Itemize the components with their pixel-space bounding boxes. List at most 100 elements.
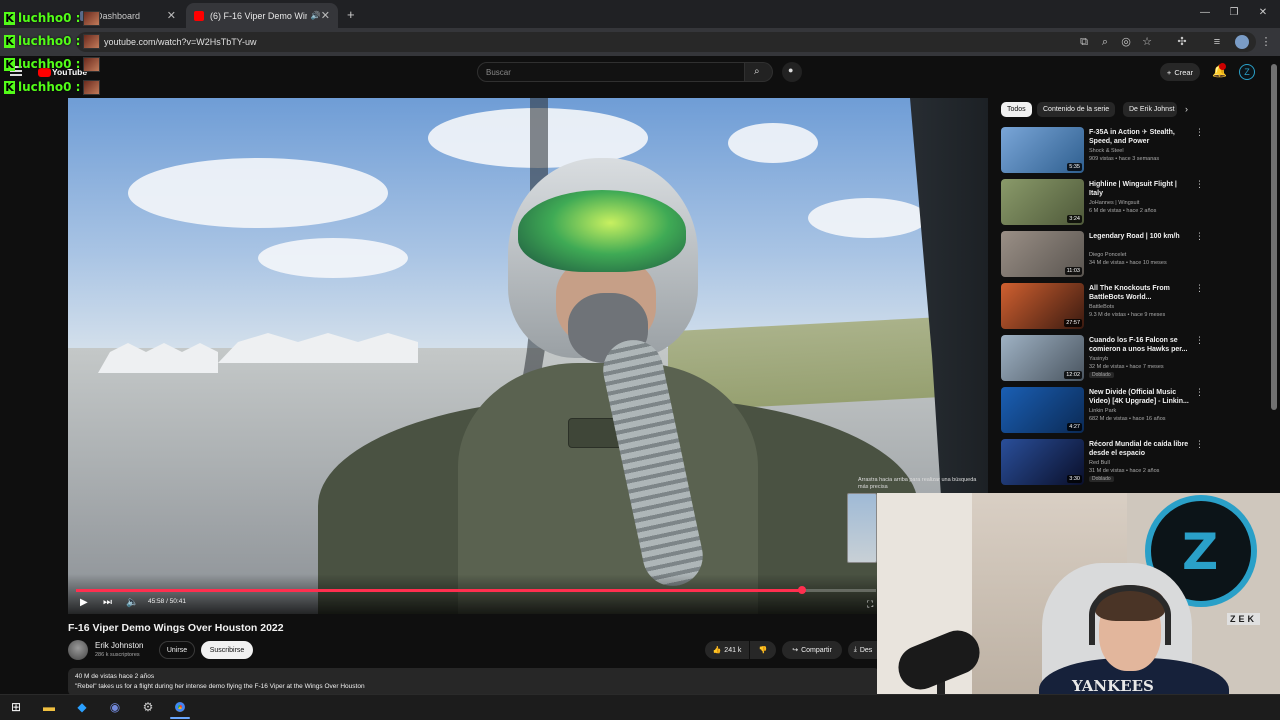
close-window-icon[interactable]: ✕ xyxy=(1256,7,1270,19)
shirt-text: YANKEES xyxy=(1072,677,1154,695)
create-button[interactable]: + Crear xyxy=(1160,63,1200,81)
tab-video[interactable]: (6) F-16 Viper Demo Wings 🔊 ✕ xyxy=(186,3,338,28)
chip-series[interactable]: Contenido de la serie xyxy=(1037,102,1116,117)
profile-avatar[interactable] xyxy=(1235,35,1249,49)
rec-title[interactable]: Récord Mundial de caída libre desde el e… xyxy=(1089,440,1189,458)
next-icon[interactable]: ⏭ xyxy=(103,597,112,609)
zoom-icon[interactable]: ⌕ xyxy=(1099,36,1111,48)
more-options-icon[interactable]: ⋮ xyxy=(1195,127,1204,138)
discord-icon[interactable]: ◉ xyxy=(107,699,123,715)
duration-badge: 11:03 xyxy=(1064,267,1082,275)
progress-bar[interactable] xyxy=(76,589,802,592)
search-button[interactable]: ⌕ xyxy=(745,62,773,82)
download-button[interactable]: ⤓ Des xyxy=(848,641,878,659)
cast-icon[interactable]: ⧉ xyxy=(1078,36,1090,48)
tab-label: (6) F-16 Viper Demo Wings xyxy=(210,10,307,21)
rec-channel[interactable]: Yasinyb xyxy=(1089,356,1108,362)
recommendation-item[interactable]: 5:35 F-35A in Action ✈ Stealth, Speed, an… xyxy=(1001,127,1261,173)
more-options-icon[interactable]: ⋮ xyxy=(1195,439,1204,450)
steam-icon[interactable]: ⚙ xyxy=(140,699,156,715)
rec-channel[interactable]: Linkin Park xyxy=(1089,408,1116,414)
youtube-favicon-icon xyxy=(194,10,204,21)
rec-title[interactable]: Legendary Road | 100 km/h xyxy=(1089,232,1189,241)
channel-avatar[interactable] xyxy=(68,640,88,660)
rec-title[interactable]: Cuando los F-16 Falcon se comieron a uno… xyxy=(1089,336,1189,354)
recommendation-item[interactable]: 3:30 Récord Mundial de caída libre desde … xyxy=(1001,439,1261,485)
recommendation-item[interactable]: 3:24 Highline | Wingsuit Flight | Italy Jo… xyxy=(1001,179,1261,225)
minimize-icon[interactable]: — xyxy=(1198,7,1212,19)
voice-search-button[interactable]: ● xyxy=(782,62,802,82)
chevron-right-icon[interactable]: › xyxy=(1185,104,1188,114)
rec-title[interactable]: All The Knockouts From BattleBots World.… xyxy=(1089,284,1189,302)
subscribe-button[interactable]: Suscribirse xyxy=(201,641,253,659)
more-options-icon[interactable]: ⋮ xyxy=(1195,283,1204,294)
volume-icon[interactable]: 🔈 xyxy=(126,597,138,609)
menu-kebab-icon[interactable]: ⋮ xyxy=(1260,36,1272,48)
account-avatar[interactable]: Z xyxy=(1239,64,1255,80)
join-button[interactable]: Unirse xyxy=(159,641,195,659)
scrubber-handle[interactable] xyxy=(797,586,806,594)
video-thumbnail[interactable]: 3:30 xyxy=(1001,439,1084,485)
kick-logo-icon: K xyxy=(4,80,15,94)
page-scrollbar[interactable] xyxy=(1271,64,1277,410)
video-thumbnail[interactable]: 5:35 xyxy=(1001,127,1084,173)
chip-todos[interactable]: Todos xyxy=(1001,102,1032,117)
chat-emote-image xyxy=(83,56,101,72)
video-thumbnail[interactable]: 27:57 xyxy=(1001,283,1084,329)
more-options-icon[interactable]: ⋮ xyxy=(1195,335,1204,346)
minimized-window-thumb[interactable] xyxy=(847,493,877,563)
description-box[interactable] xyxy=(68,668,880,696)
duration-badge: 3:30 xyxy=(1067,475,1082,483)
recommendation-item[interactable]: 12:02 Cuando los F-16 Falcon se comieron … xyxy=(1001,335,1261,381)
thumbs-up-icon: 👍 xyxy=(712,647,722,654)
close-icon[interactable]: ✕ xyxy=(167,9,176,22)
chrome-icon[interactable] xyxy=(172,699,188,715)
rec-channel[interactable]: Diego Poncelet xyxy=(1089,252,1126,258)
restore-icon[interactable]: ❐ xyxy=(1227,7,1241,19)
tab-label: Dashboard xyxy=(96,10,141,21)
rec-meta: 682 M de vistas • hace 16 años xyxy=(1089,416,1166,422)
kick-logo-icon: K xyxy=(4,34,15,48)
recommendation-item[interactable]: 27:57 All The Knockouts From BattleBots W… xyxy=(1001,283,1261,329)
rec-meta: 9.3 M de vistas • hace 9 meses xyxy=(1089,312,1166,318)
cloud xyxy=(728,123,818,163)
video-thumbnail[interactable]: 4:27 xyxy=(1001,387,1084,433)
fullscreen-icon[interactable]: ⛶ xyxy=(867,598,873,610)
play-icon[interactable]: ▶ xyxy=(80,597,88,609)
rec-title[interactable]: F-35A in Action ✈ Stealth, Speed, and Po… xyxy=(1089,128,1189,146)
video-thumbnail[interactable]: 12:02 xyxy=(1001,335,1084,381)
close-icon[interactable]: ✕ xyxy=(321,9,330,22)
recommendation-item[interactable]: 4:27 New Divide (Official Music Video) [4… xyxy=(1001,387,1261,433)
media-icon[interactable]: ≡ xyxy=(1211,36,1223,48)
new-tab-icon[interactable]: + xyxy=(347,7,355,22)
chat-message: Kluchho0 : xyxy=(4,9,101,27)
like-button[interactable]: 👍 241 k xyxy=(705,641,749,659)
rec-channel[interactable]: JoHannes | Wingsuit xyxy=(1089,200,1139,206)
rec-channel[interactable]: Shock & Steel xyxy=(1089,148,1124,154)
more-options-icon[interactable]: ⋮ xyxy=(1195,231,1204,242)
rec-title[interactable]: New Divide (Official Music Video) [4K Up… xyxy=(1089,388,1189,406)
extensions-icon[interactable]: ✣ xyxy=(1176,36,1188,48)
more-options-icon[interactable]: ⋮ xyxy=(1195,179,1204,190)
share-button[interactable]: ↪ Compartir xyxy=(782,641,842,659)
chip-channel[interactable]: De Erik Johnst xyxy=(1123,102,1177,117)
file-explorer-icon[interactable]: ▬ xyxy=(41,699,57,715)
video-thumbnail[interactable]: 3:24 xyxy=(1001,179,1084,225)
chat-emote-image xyxy=(83,79,101,95)
chat-emote-image xyxy=(83,10,101,26)
recommendation-item[interactable]: 11:03 Legendary Road | 100 km/h Diego Ponc… xyxy=(1001,231,1261,277)
rec-channel[interactable]: Red Bull xyxy=(1089,460,1110,466)
windows-start-icon[interactable]: ⊞ xyxy=(8,699,24,715)
app-icon[interactable]: ◆ xyxy=(74,699,90,715)
video-thumbnail[interactable]: 11:03 xyxy=(1001,231,1084,277)
more-options-icon[interactable]: ⋮ xyxy=(1195,387,1204,398)
eye-off-icon[interactable]: ◎ xyxy=(1120,36,1132,48)
search-input[interactable]: Buscar xyxy=(477,62,745,82)
microphone-icon: ● xyxy=(788,65,794,75)
star-icon[interactable]: ☆ xyxy=(1141,36,1153,48)
speaker-icon[interactable]: 🔊 xyxy=(311,11,321,20)
channel-name[interactable]: Erik Johnston xyxy=(95,641,143,650)
rec-channel[interactable]: BattleBots xyxy=(1089,304,1114,310)
dislike-button[interactable]: 👎 xyxy=(750,641,776,659)
rec-title[interactable]: Highline | Wingsuit Flight | Italy xyxy=(1089,180,1189,198)
